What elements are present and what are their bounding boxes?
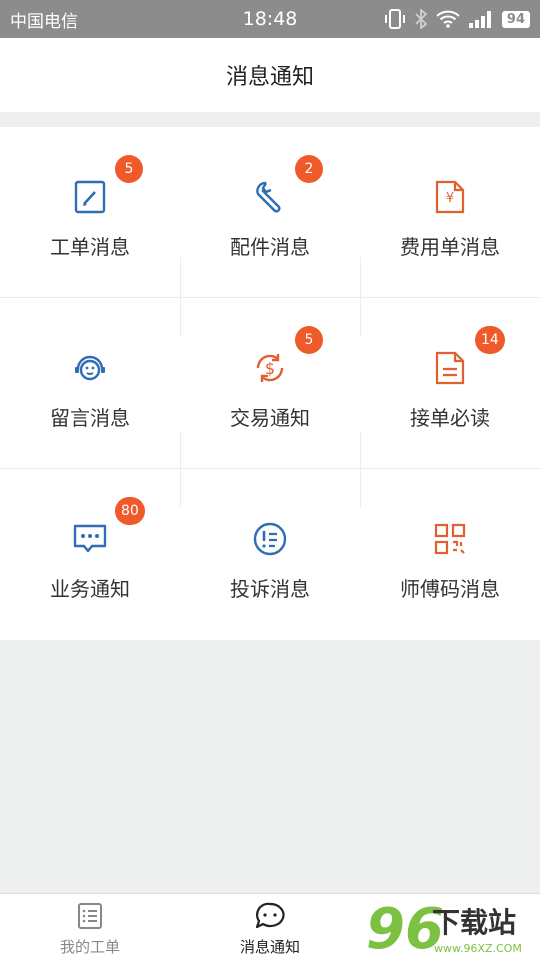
page-title: 消息通知 [225,65,314,90]
grid-item-business[interactable]: 80 业务通知 [0,469,180,640]
wifi-icon [436,10,460,28]
grid-item-label: 师傅码消息 [400,577,500,601]
status-bar: 中国电信 18:48 94 [0,0,540,38]
nav-my-orders[interactable]: 我的工单 [0,894,180,960]
grid-item-label: 留言消息 [50,406,130,430]
watermark-logo: 96 下载站 www.96XZ.COM [364,897,534,960]
nav-label: 消息通知 [239,938,300,956]
complaint-icon [180,517,360,561]
grid-item-label: 费用单消息 [400,235,500,259]
unread-badge: 14 [475,326,505,354]
grid-item-label: 业务通知 [50,577,130,601]
message-icon [180,902,360,930]
vibrate-icon [384,9,405,29]
svg-text:$: $ [265,359,275,378]
grid-item-label: 接单必读 [410,406,490,430]
qr-code-icon [360,517,540,561]
unread-badge: 80 [115,497,145,525]
document-icon [360,346,540,390]
grid-item-label: 工单消息 [50,235,130,259]
grid-item-label: 配件消息 [230,235,310,259]
battery-icon: 94 [501,10,530,28]
unread-badge: 5 [115,155,143,183]
message-grid: 5 工单消息 2 配件消息 ¥ 费用单消息 留言消息 $ 5 交易通知 14 接… [0,127,540,640]
customer-service-icon [0,346,180,390]
grid-item-parts[interactable]: 2 配件消息 [180,127,360,298]
wrench-icon [180,175,360,219]
chat-icon [0,517,180,561]
bluetooth-icon [415,9,428,29]
svg-text:下载站: 下载站 [432,906,516,939]
grid-item-complaints[interactable]: 投诉消息 [180,469,360,640]
page-header: 消息通知 [0,38,540,112]
unread-badge: 2 [295,155,323,183]
grid-item-must-read[interactable]: 14 接单必读 [360,298,540,469]
svg-text:¥: ¥ [446,191,454,206]
grid-item-master-code[interactable]: 师傅码消息 [360,469,540,640]
grid-item-work-order[interactable]: 5 工单消息 [0,127,180,298]
edit-icon [0,175,180,219]
unread-badge: 5 [295,326,323,354]
dollar-cycle-icon: $ [180,346,360,390]
list-icon [0,902,180,930]
grid-item-comments[interactable]: 留言消息 [0,298,180,469]
svg-text:www.96XZ.COM: www.96XZ.COM [434,942,522,955]
nav-label: 我的工单 [59,938,120,956]
status-icons: 94 [384,0,530,38]
grid-item-label: 投诉消息 [230,577,310,601]
signal-icon [468,11,491,28]
grid-item-label: 交易通知 [230,406,310,430]
yen-document-icon: ¥ [360,175,540,219]
nav-messages[interactable]: 消息通知 [180,894,360,960]
grid-item-expense[interactable]: ¥ 费用单消息 [360,127,540,298]
grid-item-transactions[interactable]: $ 5 交易通知 [180,298,360,469]
